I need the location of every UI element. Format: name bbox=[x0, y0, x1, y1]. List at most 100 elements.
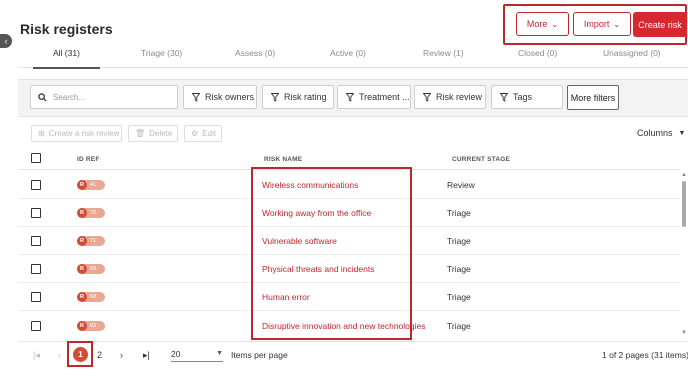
risk-name-link[interactable]: Working away from the office bbox=[262, 208, 371, 218]
risk-id: 63 bbox=[90, 323, 97, 329]
tab-unassigned[interactable]: Unassigned (0) bbox=[603, 48, 661, 68]
tab-review[interactable]: Review (1) bbox=[423, 48, 464, 68]
search-input[interactable]: Search... bbox=[30, 85, 178, 109]
column-current-stage[interactable]: CURRENT STAGE bbox=[452, 156, 510, 163]
filter-label: Risk owners bbox=[205, 92, 255, 102]
risk-id: 71 bbox=[90, 238, 97, 244]
row-checkbox[interactable] bbox=[31, 180, 41, 190]
filter-risk-rating[interactable]: Risk rating bbox=[262, 85, 334, 109]
delete-label: Delete bbox=[149, 129, 173, 138]
table-row[interactable]: R 71 Vulnerable software Triage bbox=[18, 227, 680, 255]
more-filters-button[interactable]: More filters bbox=[567, 85, 619, 110]
columns-label: Columns bbox=[637, 128, 673, 138]
search-icon bbox=[38, 92, 47, 102]
filter-label: Risk rating bbox=[284, 92, 327, 102]
chevron-down-icon: ⌄ bbox=[613, 19, 621, 29]
row-checkbox[interactable] bbox=[31, 264, 41, 274]
row-checkbox[interactable] bbox=[31, 208, 41, 218]
risk-name-link[interactable]: Disruptive innovation and new technologi… bbox=[262, 321, 426, 331]
tab-closed[interactable]: Closed (0) bbox=[518, 48, 557, 68]
risk-id: 69 bbox=[90, 266, 97, 272]
add-icon: ⊞ bbox=[38, 129, 45, 138]
more-button-label: More bbox=[526, 19, 548, 29]
risk-id-badge: R 41 bbox=[77, 180, 105, 190]
table-row[interactable]: R 41 Wireless communications Review bbox=[18, 171, 680, 199]
column-risk-name[interactable]: RISK NAME bbox=[264, 156, 302, 163]
scroll-down-icon[interactable]: ▼ bbox=[681, 330, 687, 336]
table-row[interactable]: R 70 Working away from the office Triage bbox=[18, 199, 680, 227]
current-stage: Triage bbox=[447, 292, 471, 302]
more-button[interactable]: More ⌄ bbox=[516, 12, 569, 36]
edit-button[interactable]: ⚙ Edit bbox=[184, 125, 222, 142]
vertical-scrollbar[interactable] bbox=[682, 181, 686, 227]
page-button[interactable]: 2 bbox=[97, 350, 102, 360]
risk-type-icon: R bbox=[77, 321, 87, 331]
filter-icon bbox=[500, 92, 508, 102]
risk-id-badge: R 71 bbox=[77, 236, 105, 246]
first-page-icon[interactable]: |◂ bbox=[33, 350, 40, 361]
column-id-ref[interactable]: ID REF bbox=[77, 156, 100, 163]
risk-name-link[interactable]: Wireless communications bbox=[262, 180, 358, 190]
create-review-label: Create a risk review bbox=[48, 129, 120, 138]
select-all-checkbox[interactable] bbox=[31, 153, 41, 163]
tab-triage[interactable]: Triage (30) bbox=[141, 48, 182, 68]
trash-icon: 🗑 bbox=[135, 129, 146, 138]
filter-treatment[interactable]: Treatment ... bbox=[337, 85, 411, 109]
risk-name-link[interactable]: Physical threats and incidents bbox=[262, 264, 374, 274]
items-per-page-value: 20 bbox=[171, 348, 181, 359]
current-stage: Triage bbox=[447, 208, 471, 218]
columns-dropdown[interactable]: Columns ▼ bbox=[637, 128, 685, 138]
filter-tags[interactable]: Tags bbox=[491, 85, 563, 109]
filter-icon bbox=[271, 92, 279, 102]
next-page-icon[interactable]: › bbox=[120, 350, 123, 360]
risk-id-badge: R 69 bbox=[77, 264, 105, 274]
tab-active[interactable]: Active (0) bbox=[330, 48, 366, 68]
row-checkbox[interactable] bbox=[31, 321, 41, 331]
page-button-current[interactable]: 1 bbox=[73, 347, 88, 362]
scroll-up-icon[interactable]: ▲ bbox=[681, 172, 687, 178]
create-risk-button[interactable]: Create risk bbox=[633, 12, 687, 37]
previous-page-icon[interactable]: ‹ bbox=[58, 350, 61, 360]
tab-assess[interactable]: Assess (0) bbox=[235, 48, 275, 68]
tab-all[interactable]: All (31) bbox=[33, 48, 100, 69]
filter-label: Tags bbox=[513, 92, 533, 102]
caret-down-icon: ▼ bbox=[678, 129, 686, 137]
risk-name-link[interactable]: Human error bbox=[262, 292, 310, 302]
risk-registers-page: ‹ Risk registers More ⌄ Import ⌄ Create … bbox=[0, 0, 688, 381]
risk-type-icon: R bbox=[77, 292, 87, 302]
import-button-label: Import bbox=[583, 19, 610, 29]
row-checkbox[interactable] bbox=[31, 292, 41, 302]
create-risk-review-button[interactable]: ⊞ Create a risk review bbox=[31, 125, 122, 142]
sidebar-collapse-icon[interactable]: ‹ bbox=[0, 34, 12, 48]
items-per-page-label: Items per page bbox=[231, 350, 288, 360]
pagination-bar bbox=[18, 341, 688, 369]
filter-label: Risk review bbox=[436, 92, 483, 102]
table-row[interactable]: R 68 Human error Triage bbox=[18, 283, 680, 311]
filter-risk-owners[interactable]: Risk owners bbox=[183, 85, 257, 109]
risk-type-icon: R bbox=[77, 236, 87, 246]
last-page-icon[interactable]: ▸| bbox=[143, 350, 150, 361]
chevron-down-icon: ⌄ bbox=[551, 19, 559, 29]
risk-type-icon: R bbox=[77, 264, 87, 274]
risk-id-badge: R 70 bbox=[77, 208, 105, 218]
filter-icon bbox=[346, 92, 354, 102]
items-per-page-select[interactable]: 20 ▼ bbox=[171, 346, 223, 362]
risk-name-link[interactable]: Vulnerable software bbox=[262, 236, 337, 246]
page-summary: 1 of 2 pages (31 items) bbox=[602, 350, 688, 360]
filter-risk-review[interactable]: Risk review bbox=[414, 85, 486, 109]
table-row[interactable]: R 69 Physical threats and incidents Triag… bbox=[18, 255, 680, 283]
table-header: ID REF RISK NAME CURRENT STAGE bbox=[18, 148, 680, 170]
search-placeholder: Search... bbox=[53, 92, 86, 102]
filter-label: Treatment ... bbox=[359, 92, 410, 102]
table-row[interactable]: R 63 Disruptive innovation and new techno… bbox=[18, 311, 680, 339]
filter-icon bbox=[192, 92, 200, 102]
row-checkbox[interactable] bbox=[31, 236, 41, 246]
current-stage: Review bbox=[447, 180, 475, 190]
edit-label: Edit bbox=[202, 129, 216, 138]
delete-button[interactable]: 🗑 Delete bbox=[128, 125, 178, 142]
import-button[interactable]: Import ⌄ bbox=[573, 12, 631, 36]
gear-icon: ⚙ bbox=[191, 129, 199, 138]
risk-id-badge: R 63 bbox=[77, 321, 105, 331]
stage-tabs: All (31) Triage (30) Assess (0) Active (… bbox=[18, 48, 688, 69]
filter-icon bbox=[423, 92, 431, 102]
